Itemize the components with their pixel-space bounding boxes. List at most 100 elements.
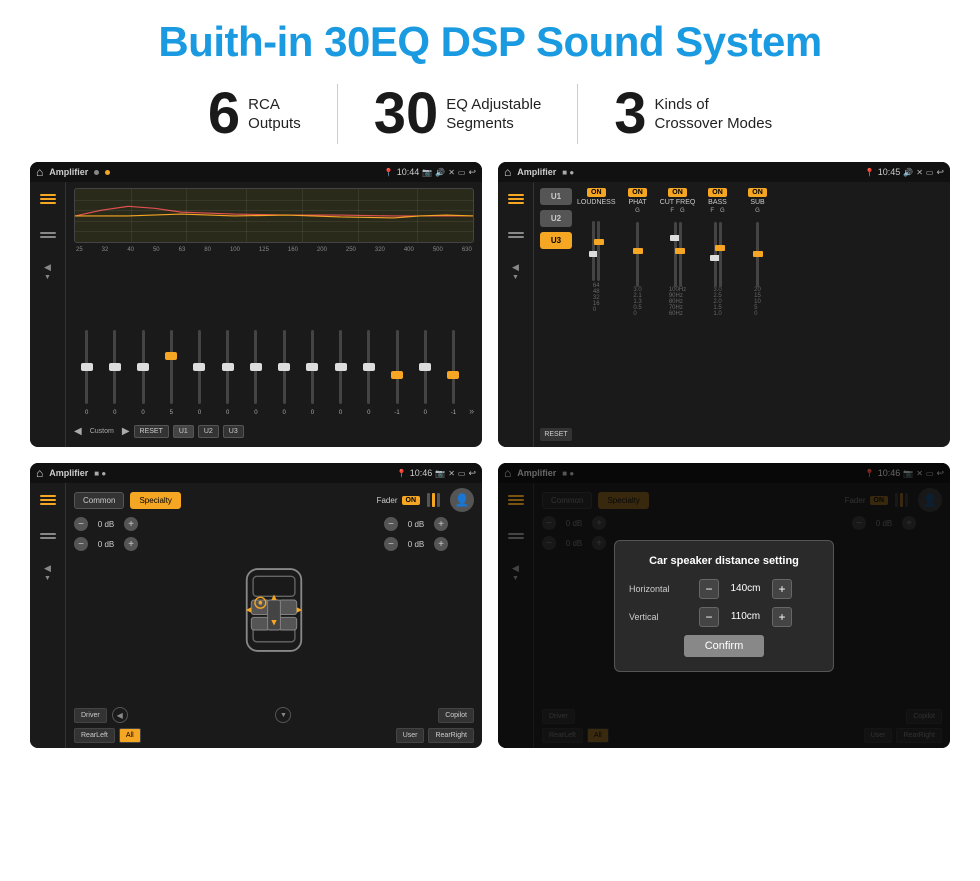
specialty-sidebar-eq[interactable] — [37, 491, 59, 509]
fader-on-badge[interactable]: ON — [402, 496, 421, 505]
horizontal-value: 140cm — [723, 583, 768, 594]
loudness-on-btn[interactable]: ON — [587, 188, 606, 197]
specialty-home-icon[interactable]: ⌂ — [36, 466, 43, 480]
main-title: Buith-in 30EQ DSP Sound System — [30, 18, 950, 66]
db-row-2: − 0 dB + — [74, 537, 164, 551]
confirm-button[interactable]: Confirm — [684, 635, 764, 657]
specialty-back-icon[interactable]: ↩ — [468, 468, 476, 479]
crossover-u-buttons: U1 U2 U3 RESET — [540, 188, 572, 441]
db-plus-4[interactable]: + — [434, 537, 448, 551]
crossover-main-content: U1 U2 U3 RESET ON LOUDNESS — [534, 182, 950, 447]
eq-next-btn[interactable]: ▶ — [122, 426, 130, 437]
specialty-main-content: Common Specialty Fader ON 👤 — [66, 483, 482, 748]
eq-slider-7[interactable]: 0 — [272, 326, 297, 416]
db-plus-1[interactable]: + — [124, 517, 138, 531]
eq-u2-btn[interactable]: U2 — [198, 425, 219, 438]
eq-slider-1[interactable]: 0 — [102, 326, 127, 416]
cutfreq-on-btn[interactable]: ON — [668, 188, 687, 197]
vertical-plus[interactable]: + — [772, 607, 792, 627]
eq-slider-0[interactable]: 0 — [74, 326, 99, 416]
eq-sidebar-eq[interactable] — [37, 190, 59, 208]
dialog-overlay: Car speaker distance setting Horizontal … — [498, 463, 950, 748]
crossover-reset-btn[interactable]: RESET — [540, 428, 572, 441]
crossover-sidebar-eq[interactable] — [505, 190, 527, 208]
driver-btn[interactable]: Driver — [74, 708, 107, 723]
eq-slider-11[interactable]: -1 — [384, 326, 409, 416]
eq-time: 10:44 — [397, 167, 420, 177]
eq-sliders: 0 0 0 — [74, 257, 474, 418]
eq-reset-btn[interactable]: RESET — [134, 425, 169, 438]
vertical-stepper: − 110cm + — [699, 607, 792, 627]
fader-s1 — [427, 493, 430, 507]
specialty-tab[interactable]: Specialty — [130, 492, 180, 509]
eq-dot2 — [105, 170, 110, 175]
db-row-4: − 0 dB + — [384, 537, 474, 551]
specialty-sidebar-arrows[interactable]: ◀ ▼ — [44, 563, 51, 582]
eq-sidebar-wave[interactable] — [37, 226, 59, 244]
fader-label: Fader — [377, 496, 398, 505]
nav-down[interactable]: ▼ — [274, 707, 292, 723]
crossover-sidebar: ◀ ▼ — [498, 182, 534, 447]
eq-freq-labels: 2532405063 80100125160200 25032040050063… — [74, 247, 474, 253]
eq-expand-icon[interactable]: » — [469, 406, 474, 416]
nav-left[interactable]: ◀ — [111, 707, 129, 723]
crossover-sidebar-arrows[interactable]: ◀ ▼ — [512, 262, 519, 281]
phat-on-btn[interactable]: ON — [628, 188, 647, 197]
stat-rca: 6 RCAOutputs — [172, 85, 337, 143]
eq-home-icon[interactable]: ⌂ — [36, 165, 43, 179]
db-minus-1[interactable]: − — [74, 517, 88, 531]
crossover-back-icon[interactable]: ↩ — [936, 167, 944, 178]
crossover-u3-btn[interactable]: U3 — [540, 232, 572, 249]
crossover-u1-btn[interactable]: U1 — [540, 188, 572, 205]
db-plus-2[interactable]: + — [124, 537, 138, 551]
eq-graph — [74, 188, 474, 243]
rearleft-btn[interactable]: RearLeft — [74, 728, 115, 743]
eq-slider-6[interactable]: 0 — [243, 326, 268, 416]
db-value-3: 0 dB — [401, 520, 431, 529]
sub-on-btn[interactable]: ON — [748, 188, 767, 197]
eq-sidebar: ◀ ▼ — [30, 182, 66, 447]
all-btn[interactable]: All — [119, 728, 141, 743]
eq-slider-8[interactable]: 0 — [300, 326, 325, 416]
crossover-x-icon: ✕ — [916, 168, 923, 177]
bass-sliders — [714, 217, 722, 287]
eq-back-icon[interactable]: ↩ — [468, 167, 476, 178]
specialty-avatar[interactable]: 👤 — [450, 488, 474, 512]
crossover-time: 10:45 — [878, 167, 901, 177]
common-tab[interactable]: Common — [74, 492, 124, 509]
eq-slider-4[interactable]: 0 — [187, 326, 212, 416]
db-plus-3[interactable]: + — [434, 517, 448, 531]
eq-slider-13[interactable]: -1 — [441, 326, 466, 416]
horizontal-minus[interactable]: − — [699, 579, 719, 599]
eq-slider-3[interactable]: 5 — [159, 326, 184, 416]
eq-sidebar-arrows[interactable]: ◀ ▼ — [44, 262, 51, 281]
horizontal-plus[interactable]: + — [772, 579, 792, 599]
user-btn[interactable]: User — [396, 728, 425, 743]
db-minus-3[interactable]: − — [384, 517, 398, 531]
eq-slider-10[interactable]: 0 — [356, 326, 381, 416]
crossover-home-icon[interactable]: ⌂ — [504, 165, 511, 179]
copilot-btn[interactable]: Copilot — [438, 708, 474, 723]
eq-slider-9[interactable]: 0 — [328, 326, 353, 416]
eq-cam-icon: 📷 — [422, 168, 432, 177]
channel-sub: ON SUB G 20151050 — [740, 188, 776, 317]
bass-on-btn[interactable]: ON — [708, 188, 727, 197]
fader-s2 — [432, 493, 435, 507]
eq-slider-5[interactable]: 0 — [215, 326, 240, 416]
crossover-channels: ON LOUDNESS — [577, 188, 944, 441]
vertical-minus[interactable]: − — [699, 607, 719, 627]
rearright-btn[interactable]: RearRight — [428, 728, 474, 743]
crossover-sidebar-wave[interactable] — [505, 226, 527, 244]
eq-slider-2[interactable]: 0 — [130, 326, 155, 416]
crossover-u2-btn[interactable]: U2 — [540, 210, 572, 227]
channel-bass: ON BASS FG — [700, 188, 736, 317]
db-minus-4[interactable]: − — [384, 537, 398, 551]
eq-u3-btn[interactable]: U3 — [223, 425, 244, 438]
db-minus-2[interactable]: − — [74, 537, 88, 551]
cutfreq-name: CUT FREQ — [660, 199, 696, 206]
specialty-sidebar-wave[interactable] — [37, 527, 59, 545]
eq-vol-icon: 🔊 — [435, 168, 445, 177]
eq-prev-btn[interactable]: ◀ — [74, 426, 82, 437]
eq-u1-btn[interactable]: U1 — [173, 425, 194, 438]
eq-slider-12[interactable]: 0 — [413, 326, 438, 416]
